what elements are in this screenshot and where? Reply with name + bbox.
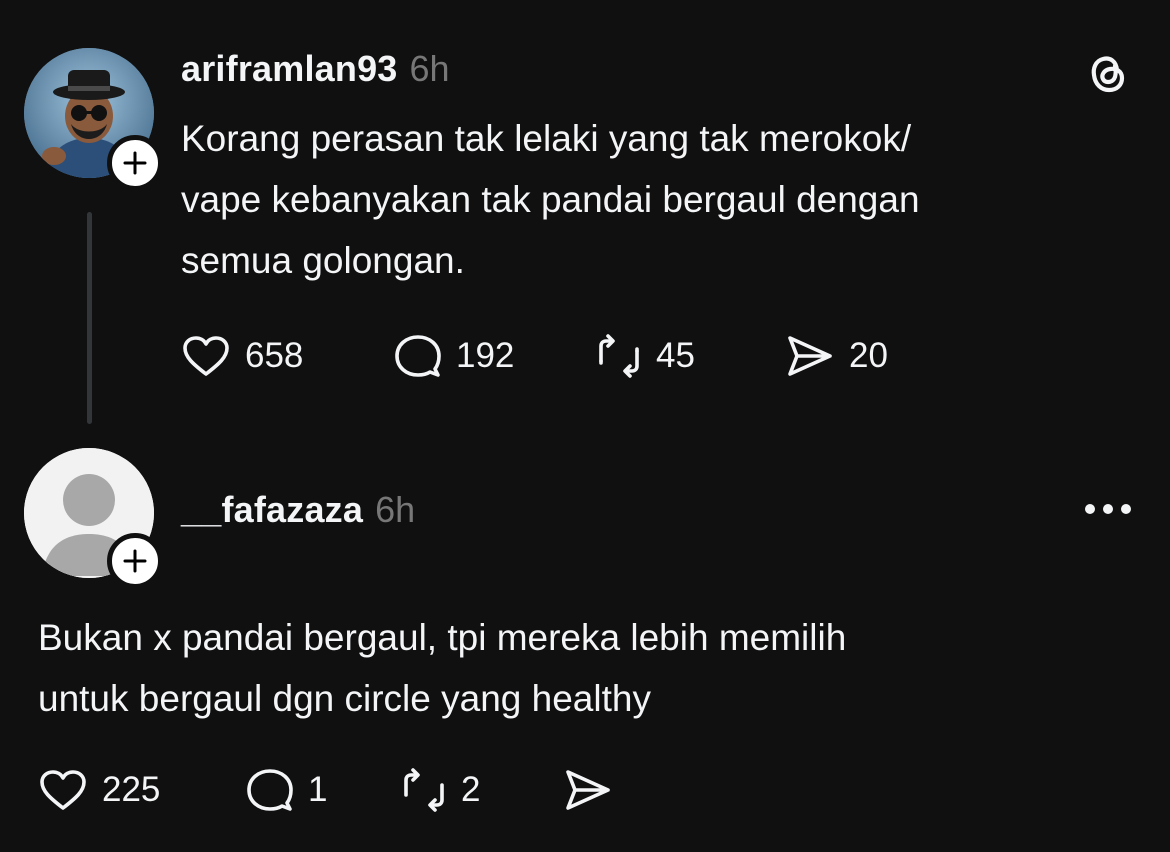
- repost-count: 45: [656, 336, 695, 375]
- follow-plus-button[interactable]: [107, 533, 163, 589]
- reply-text-line: Bukan x pandai bergaul, tpi mereka lebih…: [38, 617, 847, 658]
- post-text: Korang perasan tak lelaki yang tak merok…: [181, 108, 1141, 291]
- like-count: 658: [245, 336, 304, 375]
- more-options-icon[interactable]: [1084, 499, 1132, 524]
- reply-repost-button[interactable]: 2: [401, 767, 480, 813]
- like-button[interactable]: 658: [181, 333, 303, 379]
- reply-reply-button[interactable]: 1: [246, 767, 327, 813]
- heart-icon: [40, 770, 86, 810]
- repost-icon: [404, 768, 444, 812]
- reply-reply-count: 1: [308, 770, 328, 809]
- reply-count: 192: [456, 336, 515, 375]
- reply-header: __fafazaza 6h: [181, 487, 415, 533]
- send-icon: [566, 770, 610, 810]
- share-count: 20: [849, 336, 888, 375]
- post-text-line: semua golongan.: [181, 240, 465, 281]
- reply-share-button[interactable]: [563, 767, 613, 813]
- heart-icon: [183, 336, 229, 376]
- post-text-line: vape kebanyakan tak pandai bergaul denga…: [181, 179, 920, 220]
- follow-plus-button[interactable]: [107, 135, 163, 191]
- post-header: ariframlan93 6h: [181, 46, 450, 92]
- reply-time: 6h: [375, 489, 416, 530]
- reply-like-button[interactable]: 225: [38, 767, 160, 813]
- reply-button[interactable]: 192: [394, 333, 514, 379]
- post-time: 6h: [409, 48, 450, 89]
- plus-icon: [123, 549, 147, 573]
- reply-text: Bukan x pandai bergaul, tpi mereka lebih…: [38, 607, 1138, 729]
- comment-icon: [247, 769, 293, 811]
- repost-icon: [599, 334, 639, 378]
- threads-logo-icon[interactable]: [1084, 50, 1130, 101]
- thread-line: [87, 212, 92, 424]
- reply-repost-count: 2: [461, 770, 481, 809]
- send-icon: [788, 336, 832, 376]
- reply-username[interactable]: __fafazaza: [181, 489, 363, 531]
- post-username[interactable]: ariframlan93: [181, 48, 398, 90]
- repost-button[interactable]: 45: [596, 333, 695, 379]
- comment-icon: [395, 335, 441, 377]
- reply-like-count: 225: [102, 770, 161, 809]
- post-text-line: Korang perasan tak lelaki yang tak merok…: [181, 118, 912, 159]
- plus-icon: [123, 151, 147, 175]
- reply-text-line: untuk bergaul dgn circle yang healthy: [38, 678, 651, 719]
- share-button[interactable]: 20: [785, 333, 888, 379]
